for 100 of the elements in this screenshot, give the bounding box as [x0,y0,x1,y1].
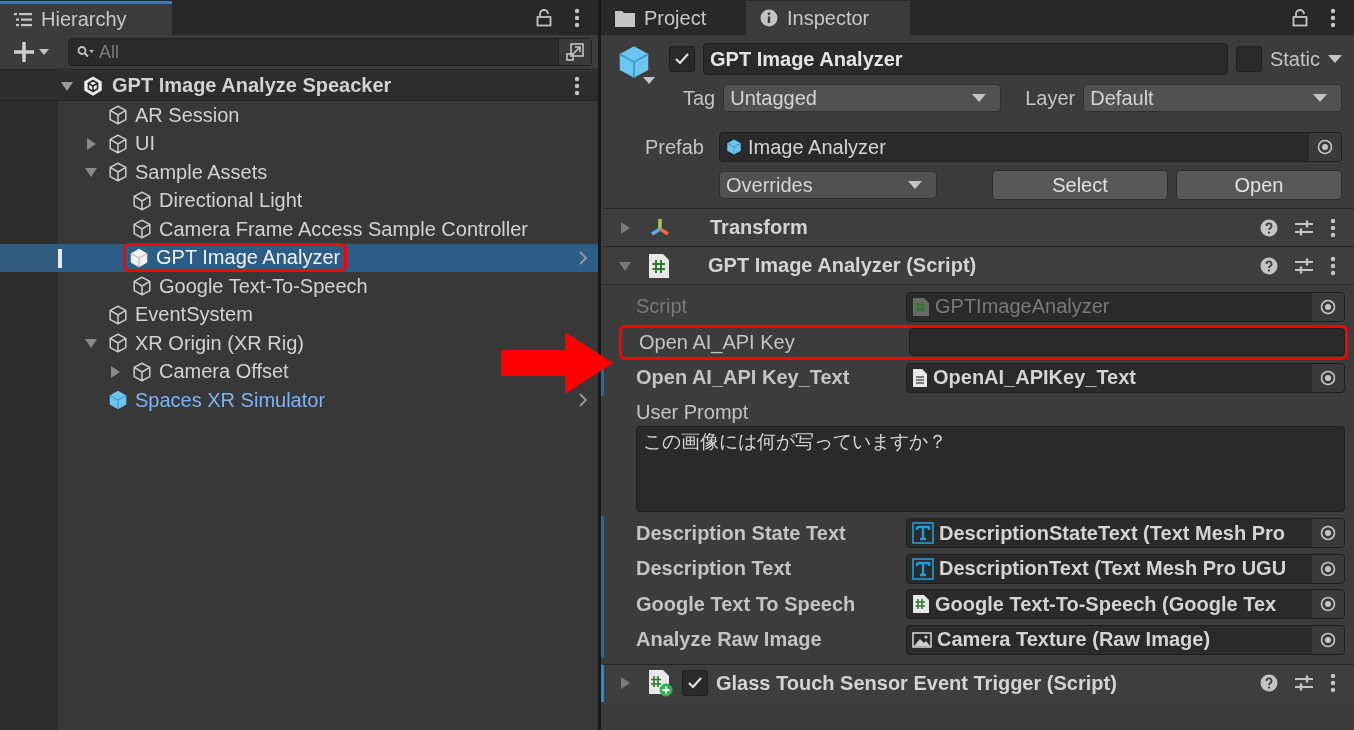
more-options-icon[interactable] [1330,217,1336,238]
item-label: Camera Frame Access Sample Controller [159,217,528,241]
open-button[interactable]: Open [1176,170,1342,200]
hierarchy-item[interactable]: EventSystem [82,300,260,329]
object-picker-button[interactable] [1312,625,1344,654]
property-label: User Prompt [636,399,750,424]
caret-icon [972,93,987,103]
cube-icon [107,303,129,326]
object-field[interactable]: OpenAI_APIKey_Text [906,362,1345,393]
hierarchy-item[interactable]: GPT Image Analyzer [0,243,598,272]
object-name-field[interactable]: GPT Image Analyzer [703,43,1228,75]
search-window-button[interactable] [558,39,591,65]
chevron-right-icon[interactable] [578,392,588,409]
script-file-icon [648,252,670,279]
more-options-icon[interactable] [1330,255,1336,276]
target-icon [1317,139,1333,155]
property-label: Description State Text [636,521,847,545]
hierarchy-item[interactable]: XR Origin (XR Rig) [82,329,311,358]
active-checkbox[interactable] [669,46,695,72]
hierarchy-item[interactable]: Camera Offset [106,357,296,386]
list-icon [14,12,32,27]
object-field[interactable]: Camera Texture (Raw Image) [906,624,1345,655]
info-icon [760,9,778,27]
more-options-icon[interactable] [1330,673,1336,693]
field-value: OpenAI_APIKey_Text [933,366,1137,390]
component-title: Glass Touch Sensor Event Trigger (Script) [716,671,1117,695]
property-label: Open AI_API Key [639,330,796,354]
help-icon[interactable] [1260,218,1278,237]
layer-dropdown[interactable]: Default [1083,84,1342,112]
item-label: AR Session [135,103,240,127]
prefab-field[interactable]: Image Analyzer [719,132,1342,162]
target-icon [1320,298,1336,315]
overrides-dropdown[interactable]: Overrides [719,171,937,199]
object-picker-button[interactable] [1309,133,1341,161]
caret-icon[interactable] [643,77,655,85]
item-label: XR Origin (XR Rig) [135,331,304,355]
text-t-icon [912,557,934,580]
project-tab[interactable]: Project [601,1,746,35]
help-icon[interactable] [1260,256,1278,275]
object-field[interactable]: Google Text-To-Speech (Google Tex [906,589,1345,620]
search-icon [77,45,95,59]
object-field[interactable]: DescriptionText (Text Mesh Pro UGU [906,553,1345,584]
field-value: Google Text-To-Speech (Google Tex [935,592,1277,616]
tag-dropdown[interactable]: Untagged [723,84,1002,112]
search-bar[interactable]: All [68,38,592,66]
hierarchy-item[interactable]: Directional Light [106,186,310,215]
script-file-icon [912,296,930,317]
prefab-cube-icon [725,138,743,156]
help-icon[interactable] [1260,674,1278,692]
component-header[interactable]: Glass Touch Sensor Event Trigger (Script) [601,663,1354,702]
more-options-icon[interactable] [1330,7,1336,28]
checkmark-icon [674,52,690,66]
lock-icon[interactable] [536,8,552,27]
hierarchy-item[interactable]: Camera Frame Access Sample Controller [106,215,535,244]
item-label: Directional Light [159,189,303,213]
hierarchy-item[interactable]: Google Text-To-Speech [106,272,375,301]
more-options-icon[interactable] [574,75,580,96]
add-menu-icon[interactable] [14,42,50,62]
object-picker-button[interactable] [1312,363,1344,392]
settings-sliders-icon[interactable] [1294,674,1314,692]
settings-sliders-icon[interactable] [1294,256,1314,275]
chevron-right-icon[interactable] [578,249,588,266]
target-icon [1320,525,1336,542]
script-file-icon [912,594,930,615]
hierarchy-tab[interactable]: Hierarchy [0,1,172,35]
caret-icon[interactable] [1328,54,1342,64]
prefab-cube-icon [107,389,129,412]
item-label: Sample Assets [135,160,268,184]
more-options-icon[interactable] [574,7,580,28]
object-picker-button[interactable] [1312,554,1344,583]
object-field[interactable]: DescriptionStateText (Text Mesh Pro [906,518,1345,549]
property-label: Open AI_API Key_Text [636,366,851,390]
scene-row[interactable]: GPT Image Analyze Speacker [0,71,598,101]
cube-icon [107,332,129,355]
cube-icon [131,275,153,298]
text-field[interactable] [909,328,1345,357]
hierarchy-item[interactable]: Sample Assets [82,158,275,187]
component-enabled-checkbox[interactable] [682,670,708,696]
settings-sliders-icon[interactable] [1294,218,1314,237]
caret-icon [908,180,922,190]
item-label: EventSystem [135,303,253,327]
lock-icon[interactable] [1292,8,1308,27]
hierarchy-item[interactable]: UI [82,129,162,158]
static-label: Static [1269,47,1320,71]
script-file-added-icon [648,669,674,697]
dropdown-value: Default [1090,86,1154,110]
component-title: GPT Image Analyzer (Script) [708,254,977,277]
select-button[interactable]: Select [992,170,1168,200]
user-prompt-field[interactable]: この画像には何が写っていますか？ [636,425,1345,512]
text-t-icon [912,522,934,545]
hierarchy-item[interactable]: Spaces XR Simulator [82,386,333,415]
hierarchy-item[interactable]: AR Session [82,101,247,130]
field-value: Image Analyzer [748,135,886,159]
inspector-tab[interactable]: Inspector [746,1,910,35]
static-checkbox[interactable] [1235,46,1262,72]
object-picker-button[interactable] [1312,292,1344,321]
object-picker-button[interactable] [1312,519,1344,548]
object-picker-button[interactable] [1312,590,1344,619]
dropdown-value: Overrides [726,173,813,197]
item-label: Spaces XR Simulator [135,388,326,412]
